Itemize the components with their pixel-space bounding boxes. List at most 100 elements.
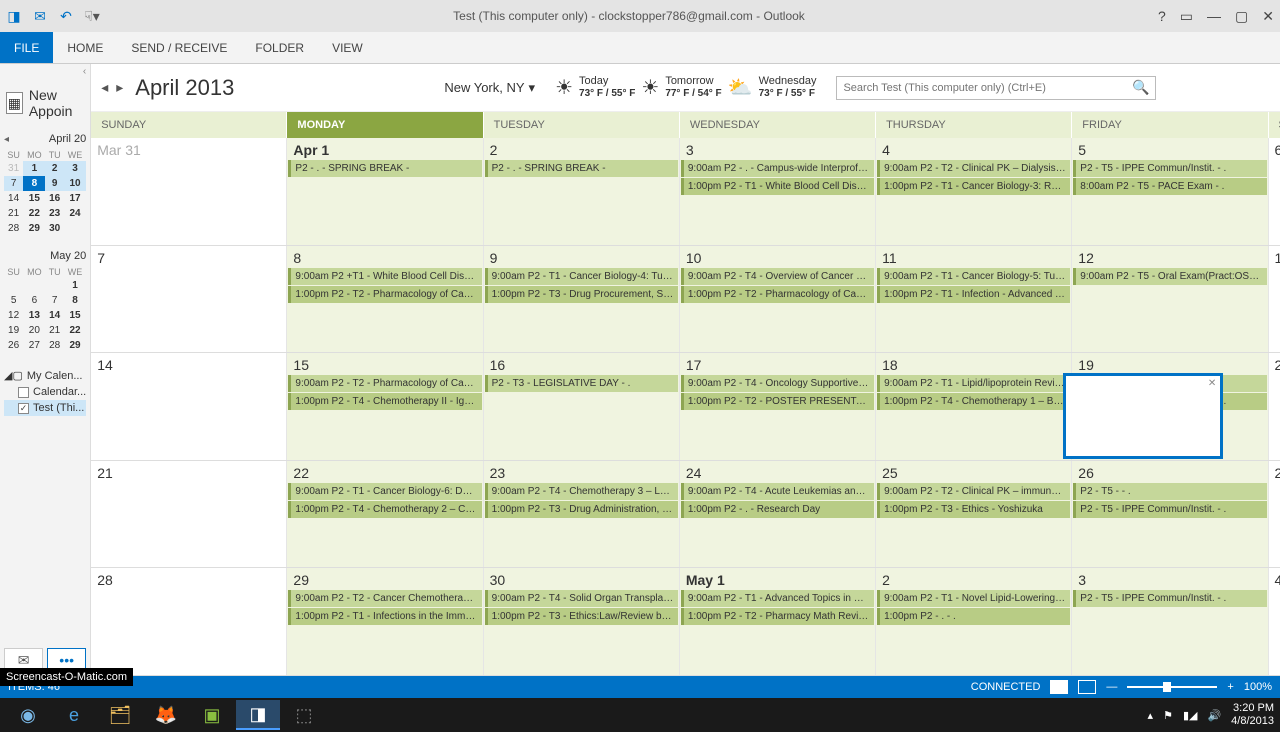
help-icon[interactable]: ? [1158,8,1166,25]
day-cell[interactable]: 20 [1269,353,1280,460]
calendar-event[interactable]: 1:00pm P2 - T2 - Pharmacy Math Review Wo… [681,608,874,625]
day-cell[interactable]: Apr 1P2 - . - SPRING BREAK - [287,138,483,245]
ribbon-options-icon[interactable]: ▭ [1180,8,1193,25]
app-icon[interactable]: ▣ [190,700,234,730]
calendar-event[interactable]: 1:00pm P2 - T4 - Chemotherapy 2 – Colore… [288,501,481,518]
calendar-event[interactable]: 1:00pm P2 - T3 - Drug Administration, Mo… [485,501,678,518]
calendar-event[interactable]: 9:00am P2 - T1 - Cancer Biology-4: Tumor… [485,268,678,285]
close-selection-icon[interactable]: ✕ [1208,378,1216,389]
mini-prev-icon[interactable]: ◂ [4,134,9,145]
day-cell[interactable]: 21 [91,461,287,568]
day-cell[interactable]: 299:00am P2 - T2 - Cancer Chemotherapy (… [287,568,483,675]
day-cell[interactable]: 99:00am P2 - T1 - Cancer Biology-4: Tumo… [484,246,680,353]
calendar-event[interactable]: P2 - . - SPRING BREAK - [485,160,678,177]
day-cell[interactable]: 239:00am P2 - T4 - Chemotherapy 3 – Lung… [484,461,680,568]
day-cell[interactable]: 189:00am P2 - T1 - Lipid/lipoprotein Rev… [876,353,1072,460]
calendar-event[interactable]: P2 - T5 - IPPE Commun/Instit. - . [1073,590,1266,607]
day-cell[interactable]: 89:00am P2 +T1 - White Blood Cell Disord… [287,246,483,353]
tree-item-calendar[interactable]: Calendar... [4,384,86,400]
calendar-event[interactable]: 9:00am P2 - T4 - Acute Leukemias and Bon… [681,483,874,500]
calendar-event[interactable]: 9:00am P2 - T1 - Cancer Biology-5: Tumor… [877,268,1070,285]
calendar-event[interactable]: 9:00am P2 - T1 - Advanced Topics in CNS … [681,590,874,607]
day-cell[interactable]: 5P2 - T5 - IPPE Commun/Instit. - .8:00am… [1072,138,1268,245]
calendar-event[interactable]: 8:00am P2 - T5 - PACE Exam - . [1073,178,1266,195]
day-cell[interactable]: 6 [1269,138,1280,245]
mini-calendar-may[interactable]: May 20 SUMOTUWE1567812131415192021222627… [0,244,90,361]
calendar-event[interactable]: 1:00pm P2 - T4 - Chemotherapy II - Ignof… [288,393,481,410]
new-appointment-button[interactable]: ▦ New Appoin [0,79,90,127]
calendar-event[interactable]: 1:00pm P2 - T1 - Infection - Advanced To… [877,286,1070,303]
zoom-slider[interactable] [1127,686,1217,688]
day-cell[interactable]: 7 [91,246,287,353]
calendar-event[interactable]: 9:00am P2 +T1 - White Blood Cell Disorde… [288,268,481,285]
mini-calendar-april[interactable]: ◂April 20 SUMOTUWE3112378910141516172122… [0,127,90,244]
send-receive-icon[interactable]: ✉ [32,8,48,24]
calendar-event[interactable]: 9:00am P2 - T1 - Cancer Biology-6: DNA D… [288,483,481,500]
screencast-icon[interactable]: ⬚ [282,700,326,730]
day-cell[interactable]: 49:00am P2 - T2 - Clinical PK – Dialysis… [876,138,1072,245]
calendar-event[interactable]: P2 - T3 - LEGISLATIVE DAY - . [485,375,678,392]
calendar-event[interactable]: 9:00am P2 - T4 - Chemotherapy 3 – Lung C… [485,483,678,500]
calendar-event[interactable]: 1:00pm P2 - T2 - Pharmacology of Cancer … [681,286,874,303]
day-cell[interactable]: 27 [1269,461,1280,568]
calendar-event[interactable]: 1:00pm P2 - T3 - Ethics:Law/Review befor… [485,608,678,625]
tray-clock[interactable]: 3:20 PM 4/8/2013 [1231,702,1274,728]
collapse-left-icon[interactable]: ‹ [0,64,90,79]
tree-item-test[interactable]: Test (Thi... [4,400,86,416]
prev-month-icon[interactable]: ◂ [101,79,108,96]
view-normal-icon[interactable] [1050,680,1068,694]
calendar-event[interactable]: 1:00pm P2 - T1 - White Blood Cell Disord… [681,178,874,195]
day-cell[interactable]: 119:00am P2 - T1 - Cancer Biology-5: Tum… [876,246,1072,353]
day-cell[interactable]: 28 [91,568,287,675]
tab-send-receive[interactable]: SEND / RECEIVE [117,32,241,63]
calendar-event[interactable]: P2 - T5 - IPPE Commun/Instit. - . [1073,501,1266,518]
checkbox-on-icon[interactable] [18,403,29,414]
calendar-event[interactable]: 9:00am P2 - . - Campus-wide Interprofess… [681,160,874,177]
day-cell[interactable]: 29:00am P2 - T1 - Novel Lipid-Lowering M… [876,568,1072,675]
calendar-event[interactable]: 9:00am P2 - T4 - Solid Organ Transplanta… [485,590,678,607]
calendar-event[interactable]: 1:00pm P2 - . - . [877,608,1070,625]
calendar-event[interactable]: 1:00pm P2 - T2 - Pharmacology of Cancer … [288,286,481,303]
day-cell[interactable]: 159:00am P2 - T2 - Pharmacology of Cance… [287,353,483,460]
calendar-event[interactable]: P2 - . - SPRING BREAK - [288,160,481,177]
tab-file[interactable]: FILE [0,32,53,63]
zoom-in-icon[interactable]: + [1227,681,1233,693]
calendar-event[interactable]: 9:00am P2 - T2 - Pharmacology of Cancer … [288,375,481,392]
tab-view[interactable]: VIEW [318,32,377,63]
outlook-taskbar-icon[interactable]: ◨ [236,700,280,730]
day-cell[interactable]: 229:00am P2 - T1 - Cancer Biology-6: DNA… [287,461,483,568]
day-cell[interactable]: 39:00am P2 - . - Campus-wide Interprofes… [680,138,876,245]
day-cell[interactable]: 109:00am P2 - T4 - Overview of Cancer an… [680,246,876,353]
explorer-icon[interactable]: 🗂 [98,700,142,730]
weather-city-dropdown[interactable]: New York, NY ▾ [444,80,535,96]
calendar-event[interactable]: 1:00pm P2 - T3 - Ethics - Yoshizuka [877,501,1070,518]
calendar-event[interactable]: 9:00am P2 - T1 - Lipid/lipoprotein Revie… [877,375,1070,392]
tab-home[interactable]: HOME [53,32,117,63]
view-reading-icon[interactable] [1078,680,1096,694]
calendar-event[interactable]: 9:00am P2 - T4 - Oncology Supportive Car… [681,375,874,392]
day-cell[interactable]: Mar 31 [91,138,287,245]
day-cell[interactable]: May 19:00am P2 - T1 - Advanced Topics in… [680,568,876,675]
day-cell[interactable]: 26P2 - T5 - - .P2 - T5 - IPPE Commun/Ins… [1072,461,1268,568]
day-cell[interactable]: 179:00am P2 - T4 - Oncology Supportive C… [680,353,876,460]
search-box[interactable]: 🔍 [836,76,1156,100]
search-icon[interactable]: 🔍 [1132,79,1149,96]
calendar-event[interactable]: 1:00pm P2 - T1 - Cancer Biology-3: Recep… [877,178,1070,195]
undo-icon[interactable]: ↶ [58,8,74,24]
day-cell[interactable]: 14 [91,353,287,460]
start-icon[interactable]: ◉ [6,700,50,730]
ie-icon[interactable]: e [52,700,96,730]
next-month-icon[interactable]: ▸ [116,79,123,96]
calendar-event[interactable]: 1:00pm P2 - . - Research Day [681,501,874,518]
day-cell[interactable]: 129:00am P2 - T5 - Oral Exam(Pract:OSCE)… [1072,246,1268,353]
calendar-event[interactable]: 1:00pm P2 - T2 - POSTER PRESENTATIONS - … [681,393,874,410]
calendar-event[interactable]: 1:00pm P2 - T4 - Chemotherapy 1 – Breast… [877,393,1070,410]
zoom-out-icon[interactable]: — [1106,681,1117,693]
tab-folder[interactable]: FOLDER [241,32,318,63]
day-cell[interactable]: 4 [1269,568,1280,675]
tree-root[interactable]: ◢▢My Calen... [4,367,86,384]
new-appointment-selection[interactable]: ✕ [1063,373,1223,459]
touch-mode-icon[interactable]: ☟▾ [84,8,100,24]
checkbox-off-icon[interactable] [18,387,29,398]
day-cell[interactable]: 2P2 - . - SPRING BREAK - [484,138,680,245]
